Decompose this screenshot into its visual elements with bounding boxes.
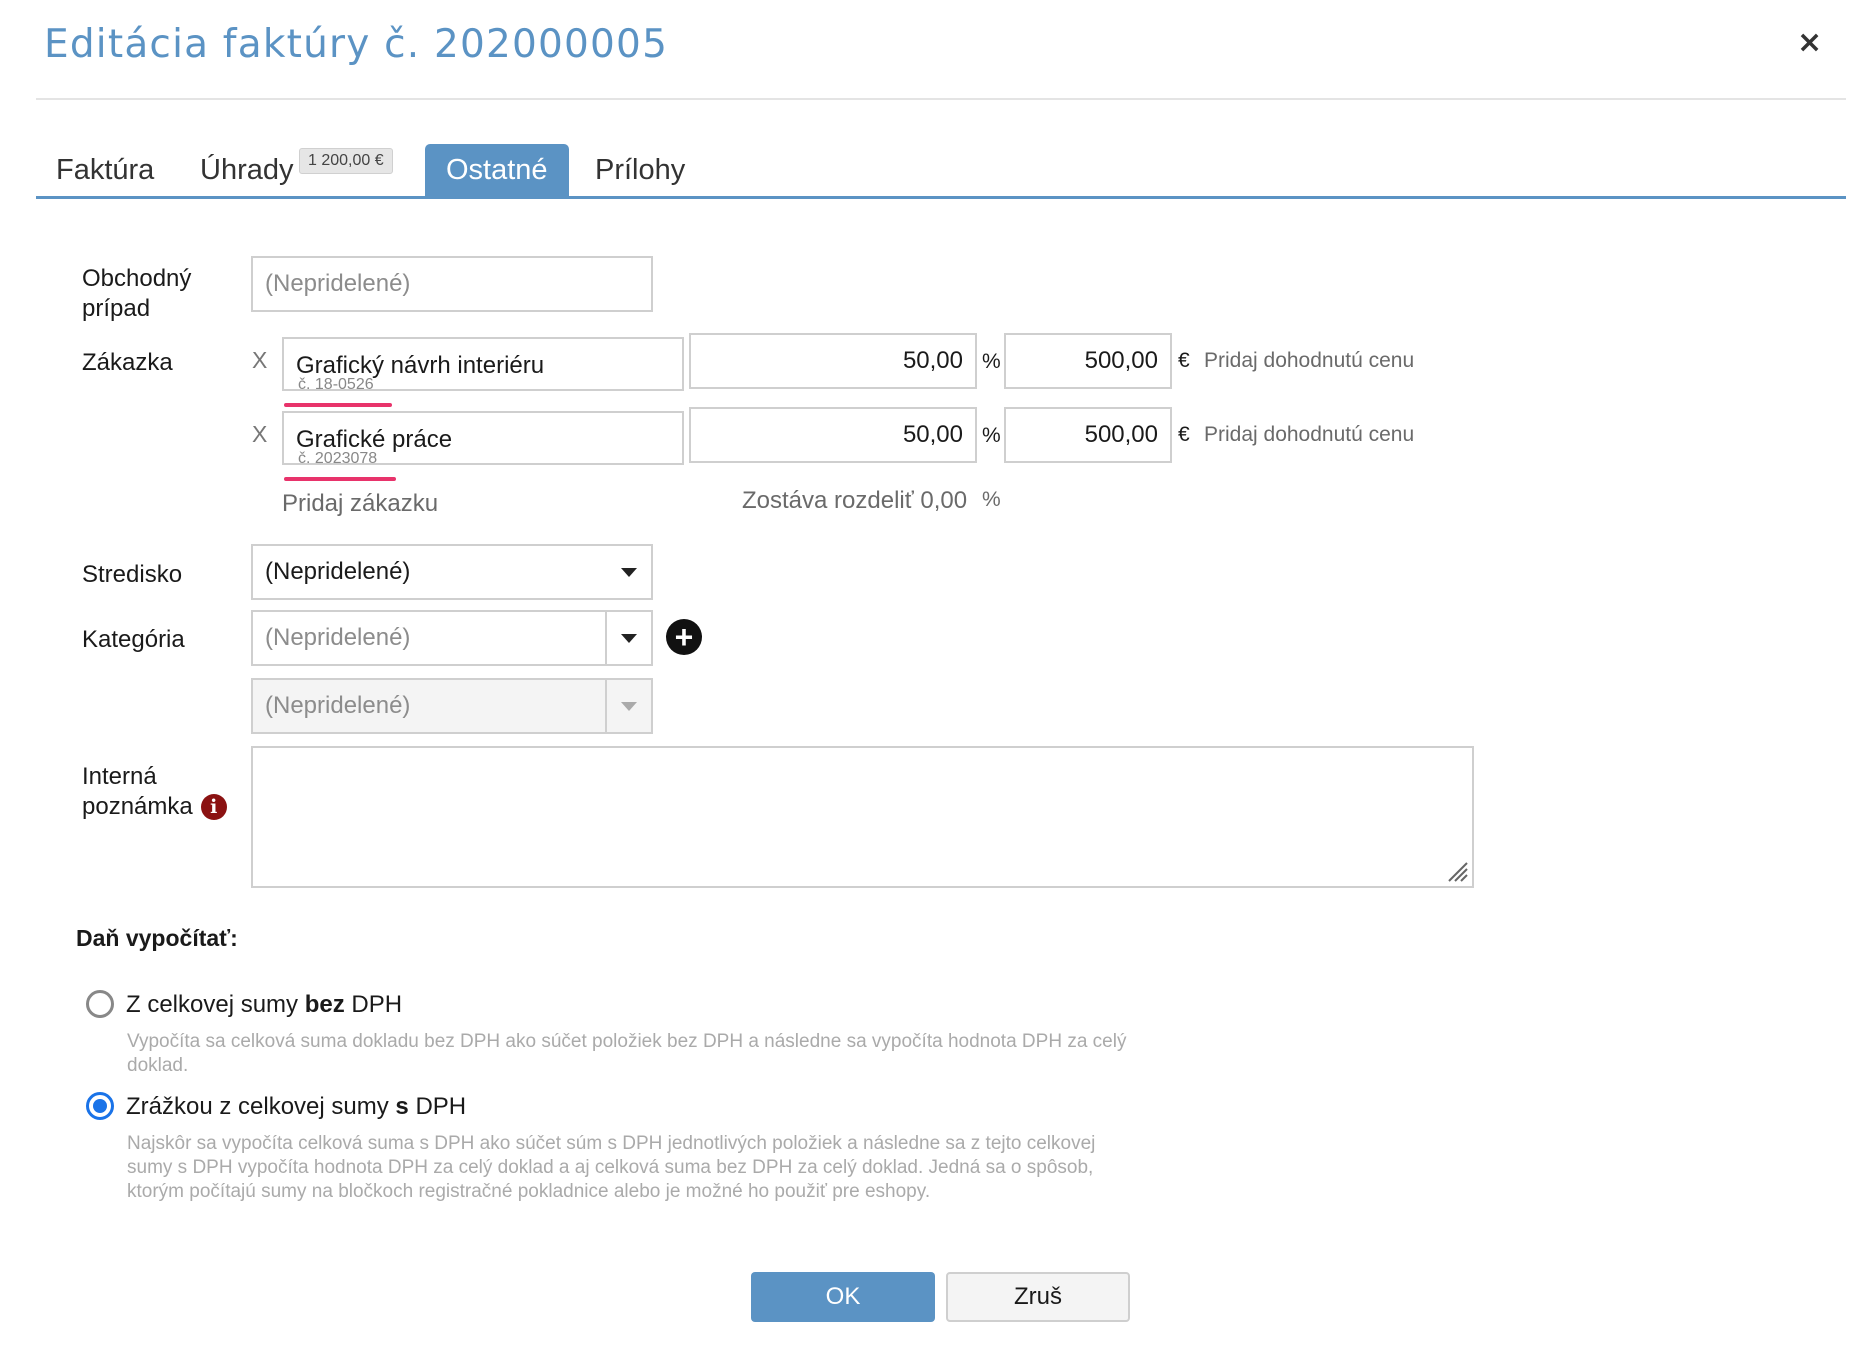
order-percent-input[interactable]: 50,00: [689, 407, 977, 463]
tax-option-without-vat-label[interactable]: Z celkovej sumy bez DPH: [126, 991, 402, 1019]
order-number-underline: [284, 477, 396, 481]
chevron-down-icon: [621, 633, 637, 643]
tabs-underline: [36, 196, 1846, 199]
percent-unit: %: [982, 424, 1001, 447]
internal-note-textarea[interactable]: [251, 746, 1474, 888]
tab-prilohy[interactable]: Prílohy: [595, 144, 685, 196]
tax-option-with-vat-radio[interactable]: [86, 1092, 114, 1120]
order-number: č. 2023078: [298, 450, 378, 467]
cancel-button[interactable]: Zruš: [946, 1272, 1130, 1322]
internal-note-label: Interná poznámka i: [82, 762, 227, 822]
order-number-underline: [284, 403, 392, 407]
tab-label: Faktúra: [56, 153, 155, 186]
order-amount-input[interactable]: 500,00: [1004, 333, 1172, 389]
header-divider: [36, 98, 1846, 100]
remove-order-icon[interactable]: X: [252, 421, 267, 448]
order-amount: 500,00: [1084, 347, 1158, 374]
category-dropdown-toggle[interactable]: [607, 633, 651, 643]
dialog-title: Editácia faktúry č. 202000005: [44, 22, 669, 67]
info-icon[interactable]: i: [200, 794, 227, 820]
add-category-icon[interactable]: +: [666, 619, 702, 655]
remaining-unit: %: [982, 488, 1001, 511]
close-icon[interactable]: ×: [1797, 28, 1822, 58]
order-label: Zákazka: [82, 349, 173, 376]
currency-unit: €: [1178, 423, 1190, 446]
center-label: Stredisko: [82, 561, 183, 588]
tab-label: Prílohy: [595, 153, 686, 186]
add-agreed-price-link[interactable]: Pridaj dohodnutú cenu: [1204, 423, 1414, 447]
business-case-input[interactable]: (Nepridelené): [251, 256, 653, 312]
tax-option-without-vat-description: Vypočíta sa celková suma dokladu bez DPH…: [127, 1031, 1127, 1076]
order-amount-input[interactable]: 500,00: [1004, 407, 1172, 463]
ok-button[interactable]: OK: [751, 1272, 935, 1322]
subcategory-placeholder: (Nepridelené): [265, 692, 411, 719]
tab-uhrady[interactable]: Úhrady: [200, 144, 294, 196]
business-case-placeholder: (Nepridelené): [265, 270, 411, 297]
remaining-to-split: Zostáva rozdeliť 0,00: [742, 487, 968, 514]
category-select[interactable]: (Nepridelené): [251, 610, 653, 666]
subcategory-select[interactable]: (Nepridelené): [251, 678, 653, 734]
payments-badge: 1 200,00 €: [299, 148, 393, 174]
currency-unit: €: [1178, 349, 1190, 372]
business-case-label: Obchodný prípad: [82, 265, 192, 322]
tax-option-with-vat-label[interactable]: Zrážkou z celkovej sumy s DPH: [126, 1093, 466, 1121]
category-placeholder: (Nepridelené): [265, 624, 411, 651]
tax-section-title: Daň vypočítať:: [76, 925, 238, 951]
tax-option-without-vat-radio[interactable]: [86, 990, 114, 1018]
order-number: č. 18-0526: [298, 376, 374, 393]
tax-option-with-vat-description: Najskôr sa vypočíta celková suma s DPH a…: [127, 1133, 1096, 1202]
chevron-down-icon: [621, 701, 637, 711]
resize-grip-icon[interactable]: [1446, 860, 1468, 882]
category-label: Kategória: [82, 626, 185, 653]
center-value: (Nepridelené): [265, 558, 411, 585]
subcategory-dropdown-toggle[interactable]: [607, 701, 651, 711]
order-percent-input[interactable]: 50,00: [689, 333, 977, 389]
tab-label: Úhrady: [200, 153, 294, 186]
center-select[interactable]: (Nepridelené): [251, 544, 653, 600]
order-percent: 50,00: [902, 421, 963, 448]
add-order-link[interactable]: Pridaj zákazku: [282, 490, 438, 518]
add-agreed-price-link[interactable]: Pridaj dohodnutú cenu: [1204, 349, 1414, 373]
order-amount: 500,00: [1084, 421, 1158, 448]
order-percent: 50,00: [902, 347, 963, 374]
chevron-down-icon: [621, 567, 637, 577]
tab-label: Ostatné: [446, 153, 548, 186]
tab-faktura[interactable]: Faktúra: [56, 144, 154, 196]
tab-ostatne[interactable]: Ostatné: [425, 144, 569, 196]
remove-order-icon[interactable]: X: [252, 347, 267, 374]
percent-unit: %: [982, 350, 1001, 373]
